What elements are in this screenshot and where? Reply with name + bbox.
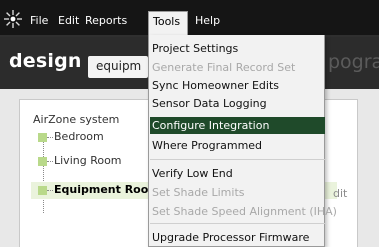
tree-node-icon: [38, 186, 47, 195]
menu-item-set-shade-speed-alignment: Set Shade Speed Alignment (IHA): [150, 203, 337, 220]
tree-connector: [47, 137, 53, 138]
tree-node-icon: [38, 133, 47, 142]
tree-root-label[interactable]: AirZone system: [33, 113, 119, 126]
menu-item-project-settings[interactable]: Project Settings: [150, 40, 325, 57]
menu-item-verify-low-end[interactable]: Verify Low End: [150, 165, 325, 182]
design-title: design: [9, 50, 82, 72]
menu-item-label: Set Shade Speed Alignment (IHA): [152, 205, 337, 218]
menu-item-label: Project Settings: [152, 42, 239, 55]
equipment-tab[interactable]: equipm: [88, 56, 148, 78]
menu-item-label: Where Programmed: [152, 139, 263, 152]
menu-item-label: Sync Homeowner Edits: [152, 79, 280, 92]
menu-item-set-shade-limits: Set Shade Limits: [150, 184, 325, 201]
menu-item-label: Configure Integration: [152, 119, 270, 132]
sunburst-logo-icon: [4, 10, 22, 28]
menu-tools-label: Tools: [153, 15, 181, 28]
menu-item-configure-integration[interactable]: Configure Integration: [150, 117, 325, 134]
equipment-tab-label: equipm: [96, 59, 142, 73]
menu-file[interactable]: File: [30, 14, 48, 27]
menu-item-where-programmed[interactable]: Where Programmed: [150, 137, 325, 154]
tree-connector-line: [43, 133, 44, 213]
menu-edit[interactable]: Edit: [58, 14, 79, 27]
menu-separator: [150, 159, 325, 160]
tree-node-icon: [38, 157, 47, 166]
menu-reports[interactable]: Reports: [85, 14, 127, 27]
menu-help[interactable]: Help: [195, 14, 220, 27]
menu-item-sync-homeowner-edits[interactable]: Sync Homeowner Edits: [150, 77, 325, 94]
edit-link-partial[interactable]: dit: [333, 187, 347, 200]
tools-menu-dropdown: Project Settings Generate Final Record S…: [148, 35, 337, 247]
menu-item-label: Set Shade Limits: [152, 186, 245, 199]
menu-tools[interactable]: Tools: [148, 11, 188, 35]
menu-bar: File Edit Reports Tools Help: [0, 0, 379, 37]
menu-item-upgrade-processor-firmware[interactable]: Upgrade Processor Firmware: [150, 229, 325, 246]
tree-node-label: Bedroom: [54, 130, 104, 143]
tree-node-label: Living Room: [54, 154, 122, 167]
tree-connector: [47, 190, 53, 191]
menu-item-sensor-data-logging[interactable]: Sensor Data Logging: [150, 95, 325, 112]
tree-node-label: Equipment Room: [54, 183, 160, 196]
menu-item-label: Generate Final Record Set: [152, 61, 296, 74]
menu-item-label: Verify Low End: [152, 167, 233, 180]
menu-item-label: Upgrade Processor Firmware: [152, 231, 310, 244]
menu-item-generate-final-record-set: Generate Final Record Set: [150, 59, 325, 76]
menu-separator: [150, 223, 325, 224]
program-tab-partial[interactable]: pogra: [328, 51, 379, 73]
menu-item-label: Sensor Data Logging: [152, 97, 267, 110]
tree-connector: [47, 161, 53, 162]
